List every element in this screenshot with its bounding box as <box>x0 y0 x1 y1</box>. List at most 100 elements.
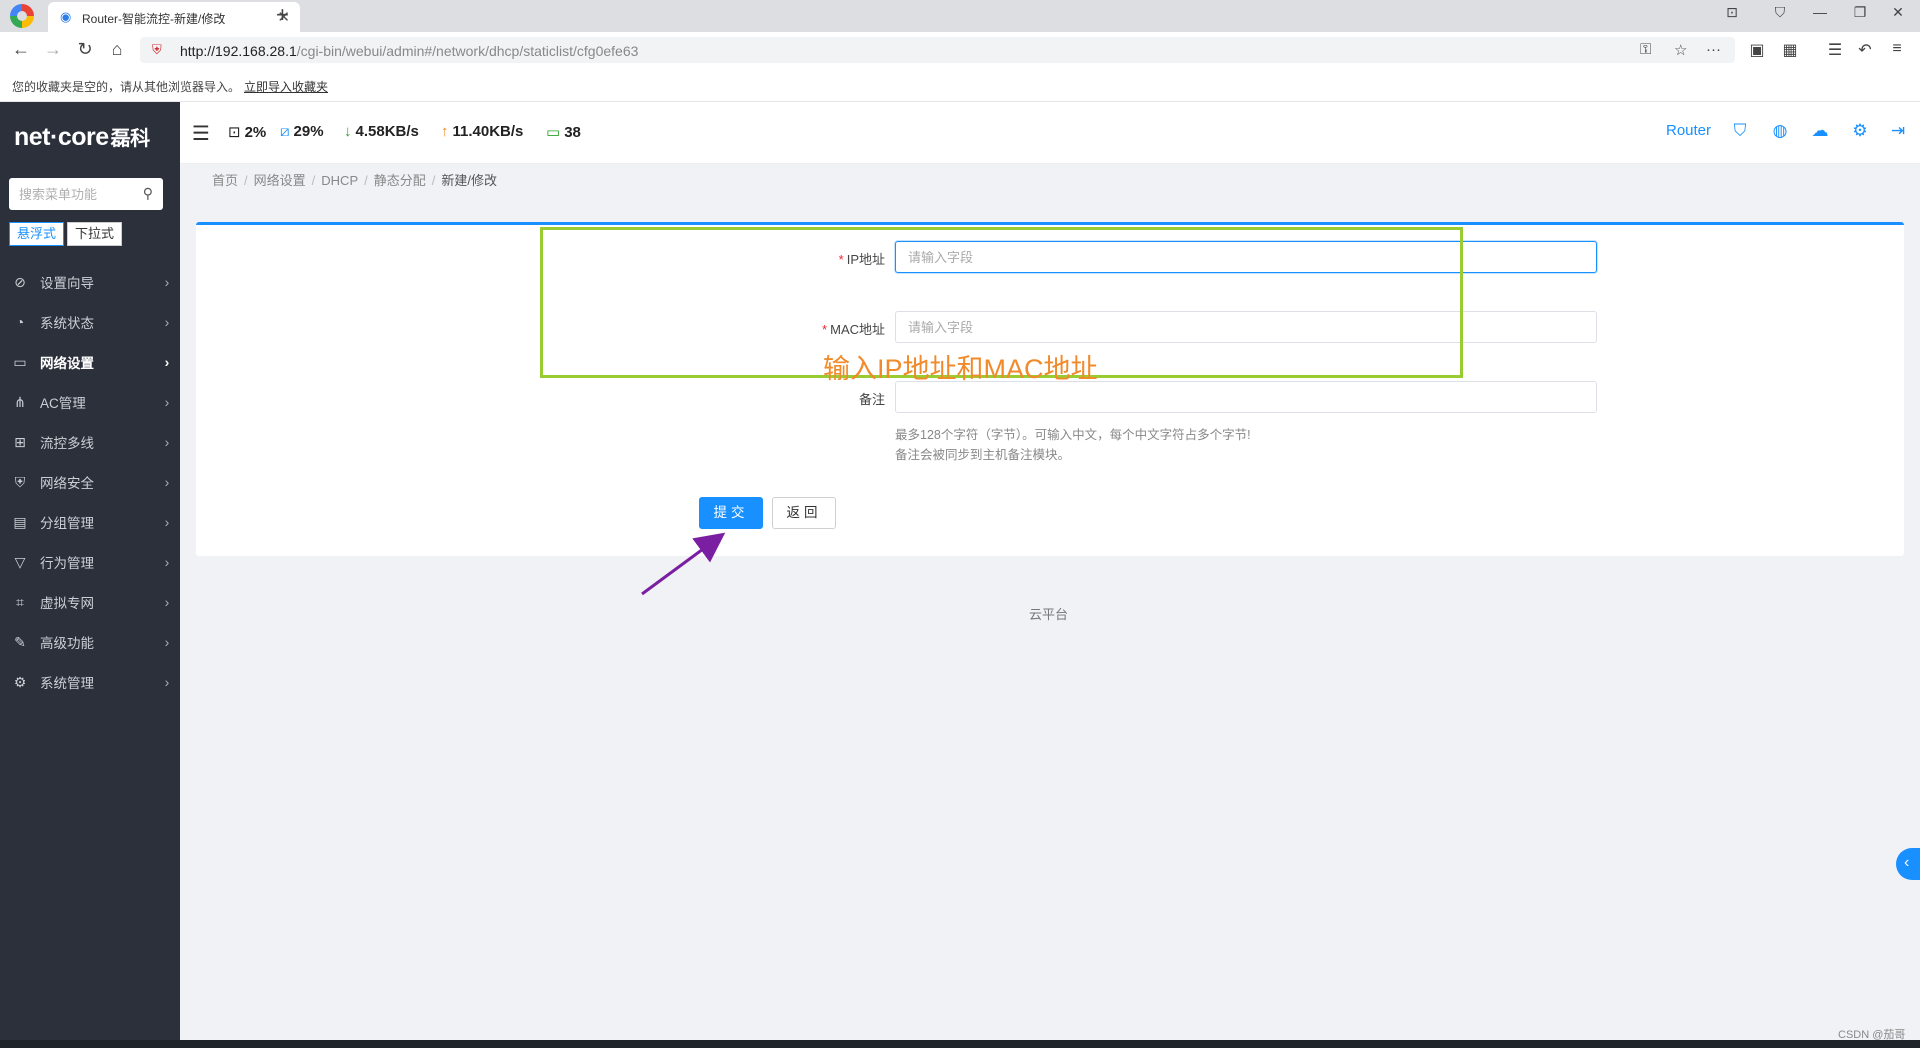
upload-stat: ↑ 11.40KB/s <box>441 123 523 140</box>
sidebar-menu: ⊘ 设置向导 › ◔ 系统状态 › ▭ 网络设置 › ⋔ AC管理 › ⊞ 流控… <box>0 262 180 702</box>
submit-button[interactable]: 提交 <box>699 497 763 529</box>
sidebar-item-setup-wizard[interactable]: ⊘ 设置向导 › <box>0 262 180 302</box>
sidebar-item-label: 分组管理 <box>40 516 94 531</box>
memory-stat: ⧄ 29% <box>280 123 324 140</box>
globe-icon[interactable]: ◍ <box>1770 121 1790 141</box>
sidebar-item-label: 流控多线 <box>40 436 94 451</box>
logo-text: net·core <box>14 123 109 151</box>
note-hint-1: 最多128个字符（字节）。可输入中文，每个中文字符占多个字节! <box>895 428 1251 442</box>
sidebar-item-system-status[interactable]: ◔ 系统状态 › <box>0 302 180 342</box>
tab-count-icon[interactable]: ⊡ <box>1722 4 1742 21</box>
favorites-icon[interactable]: ☰ <box>1825 40 1845 60</box>
cloud-platform-text[interactable]: 云平台 <box>1029 604 1068 623</box>
url-text[interactable]: http://192.168.28.1/cgi-bin/webui/admin#… <box>180 43 638 59</box>
gear-icon: ⚙ <box>13 673 27 690</box>
sidebar-item-label: 设置向导 <box>40 276 94 291</box>
sidebar-item-system-management[interactable]: ⚙ 系统管理 › <box>0 662 180 702</box>
multiline-icon: ⊞ <box>14 433 26 450</box>
memory-icon: ⧄ <box>280 123 290 140</box>
sidebar-item-vpn[interactable]: ⌗ 虚拟专网 › <box>0 582 180 622</box>
sidebar-item-label: 系统状态 <box>40 316 94 331</box>
shirt-icon[interactable]: ⛉ <box>1770 4 1790 21</box>
sidebar-item-network-security[interactable]: ⛨ 网络安全 › <box>0 462 180 502</box>
undo-icon[interactable]: ↶ <box>1855 40 1875 60</box>
minimize-icon[interactable]: — <box>1810 4 1830 20</box>
group-icon: ▤ <box>13 513 27 530</box>
sidebar: net·core磊科 ⚲ 悬浮式 下拉式 ⊘ 设置向导 › ◔ 系统状态 › ▭… <box>0 102 180 1040</box>
restore-icon[interactable]: ❐ <box>1850 4 1870 21</box>
forward-icon[interactable]: → <box>42 39 64 59</box>
netcore-logo[interactable]: net·core 磊科 <box>14 122 150 152</box>
browser-tab-bar: ◉ Router-智能流控-新建/修改 ✕ + ⊡ ⛉ — ❐ ✕ <box>0 0 1920 32</box>
sidebar-item-flow-control[interactable]: ⊞ 流控多线 › <box>0 422 180 462</box>
monitor-icon: ▭ <box>13 353 27 370</box>
url-field[interactable]: ⛨ http://192.168.28.1/cgi-bin/webui/admi… <box>140 37 1735 63</box>
back-icon[interactable]: ← <box>10 39 32 59</box>
clients-stat: ▭ 38 <box>546 123 581 141</box>
shield-icon: ⛨ <box>14 473 26 490</box>
sidebar-item-label: 系统管理 <box>40 676 94 691</box>
dashboard-icon: ◔ <box>15 314 25 330</box>
sidebar-item-advanced[interactable]: ✎ 高级功能 › <box>0 622 180 662</box>
download-stat: ↓ 4.58KB/s <box>344 123 419 140</box>
upload-value: 11.40KB/s <box>452 123 524 140</box>
logout-icon[interactable]: ⇥ <box>1888 121 1908 141</box>
annotation-text: 输入IP地址和MAC地址 <box>823 354 1098 384</box>
top-header: ☰ ⊡ 2% ⧄ 29% ↓ 4.58KB/s ↑ 11.40KB/s ▭ 38 Rout… <box>180 102 1920 164</box>
menu-icon[interactable]: ≡ <box>1887 40 1907 58</box>
breadcrumb-home[interactable]: 首页 <box>212 173 238 188</box>
chevron-right-icon: › <box>164 594 170 610</box>
cpu-icon: ⊡ <box>228 124 241 141</box>
back-button[interactable]: 返回 <box>772 497 836 529</box>
hamburger-icon[interactable]: ☰ <box>192 121 210 146</box>
sidebar-item-label: 网络安全 <box>40 476 94 491</box>
compass-icon: ⊘ <box>14 273 26 290</box>
tab-title: Router-智能流控-新建/修改 <box>82 12 226 26</box>
settings-gear-icon[interactable]: ⚙ <box>1850 121 1870 141</box>
breadcrumb-static[interactable]: 静态分配 <box>374 173 426 188</box>
insecure-shield-icon[interactable]: ⛨ <box>152 42 162 58</box>
close-window-icon[interactable]: ✕ <box>1888 4 1908 21</box>
import-bookmarks-link[interactable]: 立即导入收藏夹 <box>244 78 328 95</box>
menu-search-input[interactable] <box>9 178 133 210</box>
search-icon[interactable]: ⚲ <box>143 185 153 202</box>
reader-icon[interactable]: ▣ <box>1747 40 1767 60</box>
browser-tab[interactable]: ◉ Router-智能流控-新建/修改 ✕ <box>48 2 300 32</box>
sidebar-item-label: AC管理 <box>40 396 86 411</box>
theme-shirt-icon[interactable]: ⛉ <box>1730 121 1750 141</box>
more-icon[interactable]: ··· <box>1706 41 1721 58</box>
home-icon[interactable]: ⌂ <box>106 39 128 59</box>
bookmark-notice: 您的收藏夹是空的，请从其他浏览器导入。 <box>12 80 241 94</box>
chevron-right-icon: › <box>164 474 170 490</box>
logo-cn-text: 磊科 <box>110 128 151 150</box>
chevron-right-icon: › <box>164 394 170 410</box>
sidebar-item-behavior-management[interactable]: ▽ 行为管理 › <box>0 542 180 582</box>
monitor-icon: ▭ <box>546 124 561 141</box>
sidebar-item-ac-management[interactable]: ⋔ AC管理 › <box>0 382 180 422</box>
note-label: 备注 <box>858 392 885 407</box>
device-name[interactable]: Router <box>1666 122 1711 139</box>
cpu-stat: ⊡ 2% <box>228 123 266 141</box>
apps-icon[interactable]: ▦ <box>1780 40 1800 60</box>
mode-float-button[interactable]: 悬浮式 <box>9 222 65 246</box>
sidebar-item-group-management[interactable]: ▤ 分组管理 › <box>0 502 180 542</box>
breadcrumb-network[interactable]: 网络设置 <box>254 173 306 188</box>
star-icon[interactable]: ☆ <box>1674 41 1687 59</box>
mode-dropdown-button[interactable]: 下拉式 <box>67 222 123 246</box>
sidebar-item-network-settings[interactable]: ▭ 网络设置 › <box>0 342 180 382</box>
chevron-right-icon: › <box>164 354 170 370</box>
browser-logo-icon[interactable] <box>10 4 34 28</box>
reload-icon[interactable]: ↻ <box>74 39 96 59</box>
chevron-left-icon[interactable]: ‹ <box>1896 848 1920 880</box>
breadcrumb-dhcp[interactable]: DHCP <box>321 173 358 188</box>
key-icon[interactable]: ⚿ <box>1640 41 1651 58</box>
new-tab-icon[interactable]: + <box>276 3 289 27</box>
download-value: 4.58KB/s <box>355 123 419 140</box>
clients-value: 38 <box>564 124 581 141</box>
cloud-upload-icon[interactable]: ☁ <box>1810 121 1830 141</box>
eye-icon: ◉ <box>60 9 72 24</box>
chevron-right-icon: › <box>164 514 170 530</box>
chevron-right-icon: › <box>164 554 170 570</box>
cpu-value: 2% <box>244 124 267 141</box>
note-hint-2: 备注会被同步到主机备注模块。 <box>895 448 1071 462</box>
